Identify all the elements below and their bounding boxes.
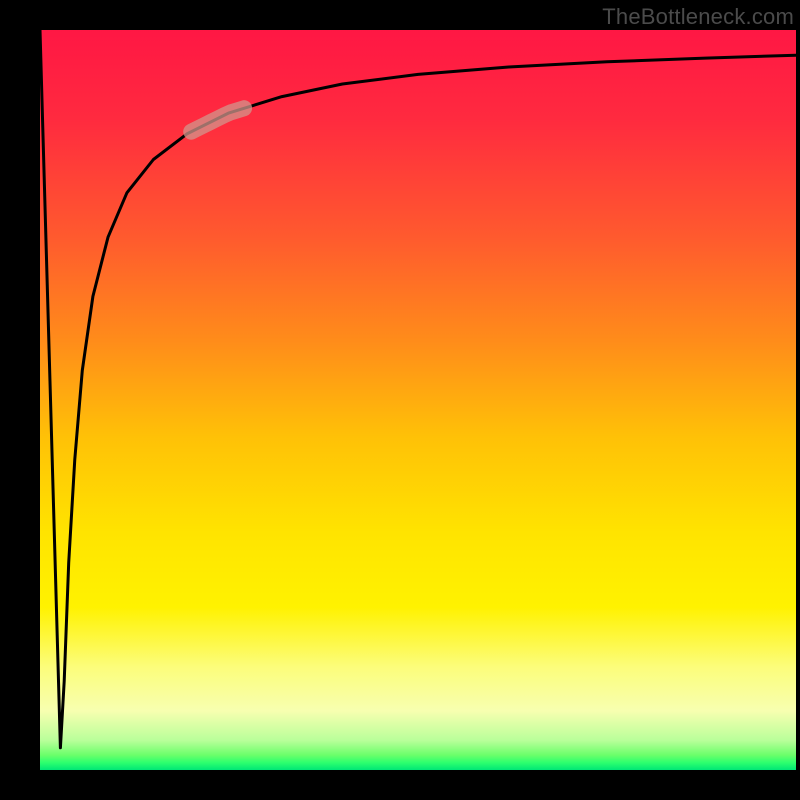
watermark-text: TheBottleneck.com	[602, 4, 794, 30]
gradient-plot-area	[40, 30, 796, 770]
chart-frame: TheBottleneck.com	[0, 0, 800, 800]
